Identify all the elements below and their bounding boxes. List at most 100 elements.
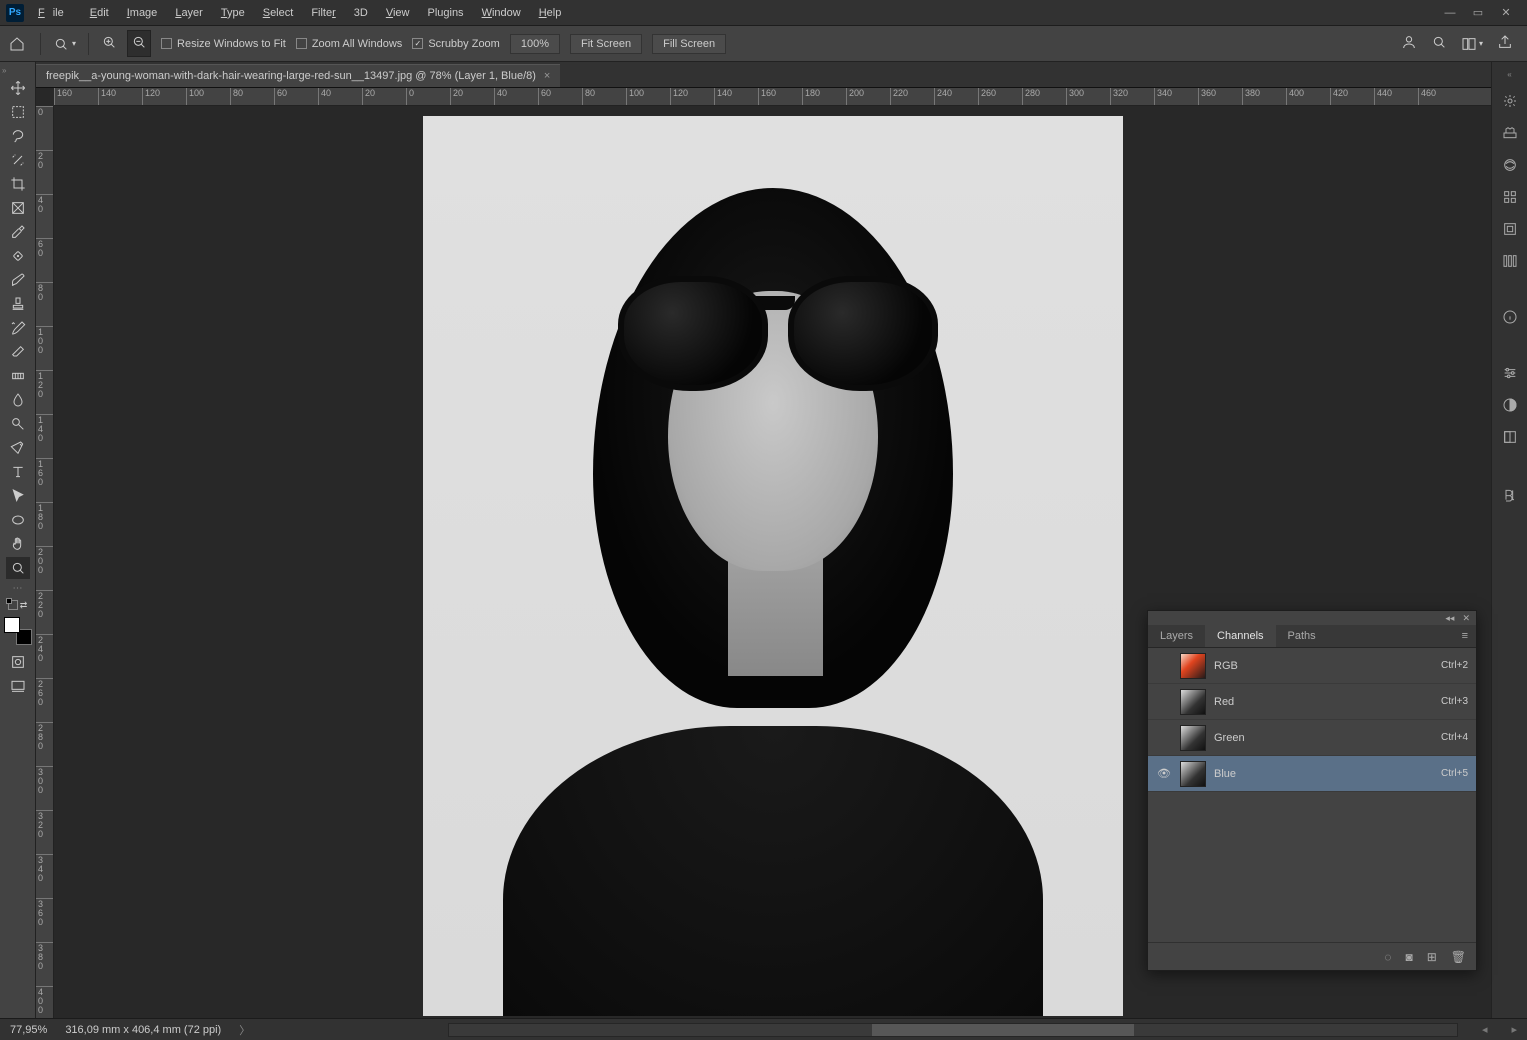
patterns-panel-icon[interactable]	[1500, 187, 1520, 207]
visibility-toggle[interactable]	[1156, 730, 1172, 746]
ruler-horizontal[interactable]: 1601401201008060402002040608010012014016…	[54, 88, 1491, 106]
tool-preset-icon[interactable]: ▾	[53, 36, 76, 52]
tab-paths[interactable]: Paths	[1276, 625, 1328, 647]
move-tool[interactable]	[6, 77, 30, 99]
status-dims[interactable]: 316,09 mm x 406,4 mm (72 ppi)	[65, 1024, 221, 1036]
maximize-button[interactable]: ▭	[1471, 6, 1485, 20]
color-swatches[interactable]	[4, 617, 32, 645]
default-colors-icon[interactable]	[8, 600, 18, 610]
menu-file[interactable]: File	[30, 3, 80, 23]
eyedropper-tool[interactable]	[6, 221, 30, 243]
status-zoom[interactable]: 77,95%	[10, 1024, 47, 1036]
fill-screen-button[interactable]: Fill Screen	[652, 34, 726, 54]
panel-collapse-icon[interactable]: ◂◂	[1445, 613, 1454, 624]
contrast-panel-icon[interactable]	[1500, 395, 1520, 415]
zoom-out-icon[interactable]	[127, 30, 151, 57]
properties-panel-icon[interactable]	[1500, 219, 1520, 239]
zoom-all-checkbox[interactable]: Zoom All Windows	[296, 38, 402, 50]
pen-tool[interactable]	[6, 437, 30, 459]
search-icon[interactable]	[1431, 34, 1447, 53]
channel-row-green[interactable]: GreenCtrl+4	[1148, 720, 1476, 756]
scroll-right-icon[interactable]: ▸	[1511, 1023, 1517, 1036]
panel-close-icon[interactable]: ✕	[1462, 613, 1470, 624]
save-selection-icon[interactable]: ◙	[1405, 950, 1412, 964]
menu-select[interactable]: Select	[255, 3, 302, 23]
menu-window[interactable]: Window	[474, 3, 529, 23]
screen-mode-icon[interactable]	[6, 675, 30, 697]
gradients-panel-icon[interactable]	[1500, 155, 1520, 175]
visibility-toggle[interactable]	[1156, 694, 1172, 710]
menu-type[interactable]: Type	[213, 3, 253, 23]
menu-layer[interactable]: Layer	[167, 3, 211, 23]
document-tab[interactable]: freepik__a-young-woman-with-dark-hair-we…	[36, 64, 560, 87]
menu-view[interactable]: View	[378, 3, 418, 23]
dock-collapse-icon[interactable]: «	[1507, 70, 1511, 79]
horizontal-scrollbar[interactable]	[448, 1023, 1458, 1037]
panel-menu-icon[interactable]: ≡	[1454, 625, 1476, 647]
brush-tool[interactable]	[6, 269, 30, 291]
menu-help[interactable]: Help	[531, 3, 570, 23]
scrubby-zoom-checkbox[interactable]: ✓Scrubby Zoom	[412, 38, 500, 50]
menu-image[interactable]: Image	[119, 3, 166, 23]
healing-tool[interactable]	[6, 245, 30, 267]
type-tool[interactable]	[6, 461, 30, 483]
menu-filter[interactable]: Filter	[303, 3, 343, 23]
visibility-toggle[interactable]	[1156, 658, 1172, 674]
history-brush-tool[interactable]	[6, 317, 30, 339]
zoom-tool[interactable]	[6, 557, 30, 579]
cloud-docs-icon[interactable]	[1401, 34, 1417, 53]
menu-plugins[interactable]: Plugins	[419, 3, 471, 23]
path-select-tool[interactable]	[6, 485, 30, 507]
home-button[interactable]	[6, 33, 28, 55]
sliders-panel-icon[interactable]	[1500, 363, 1520, 383]
shape-tool[interactable]	[6, 509, 30, 531]
quick-mask-icon[interactable]	[6, 651, 30, 673]
magic-wand-tool[interactable]	[6, 149, 30, 171]
menu-3d[interactable]: 3D	[346, 3, 376, 23]
resize-windows-checkbox[interactable]: Resize Windows to Fit	[161, 38, 286, 50]
load-selection-icon[interactable]: ◌	[1384, 950, 1391, 964]
zoom-in-icon[interactable]	[101, 34, 117, 53]
lasso-tool[interactable]	[6, 125, 30, 147]
visibility-toggle[interactable]: 👁	[1156, 766, 1172, 782]
close-button[interactable]: ✕	[1499, 6, 1513, 20]
channel-shortcut: Ctrl+4	[1441, 732, 1468, 743]
ruler-vertical[interactable]: 0204060801001201401601802002202402602803…	[36, 106, 54, 1018]
ruler-tick: 380	[1242, 88, 1286, 105]
info-panel-icon[interactable]	[1500, 307, 1520, 327]
delete-channel-icon[interactable]: 🗑	[1451, 950, 1466, 964]
share-icon[interactable]	[1497, 34, 1513, 53]
gradient-tool[interactable]	[6, 365, 30, 387]
zoom-100-button[interactable]: 100%	[510, 34, 560, 54]
workspace-switcher-icon[interactable]: ▾	[1461, 36, 1483, 52]
toolbar-collapse-icon[interactable]: »	[0, 66, 6, 75]
ruler-tick: 120	[670, 88, 714, 105]
tab-channels[interactable]: Channels	[1205, 625, 1275, 647]
minimize-button[interactable]: —	[1443, 6, 1457, 20]
swap-colors-icon[interactable]: ⇄	[20, 600, 28, 611]
crop-tool[interactable]	[6, 173, 30, 195]
fit-screen-button[interactable]: Fit Screen	[570, 34, 642, 54]
channel-row-red[interactable]: RedCtrl+3	[1148, 684, 1476, 720]
status-chevron-icon[interactable]: 〉	[239, 1022, 250, 1038]
channel-row-blue[interactable]: 👁BlueCtrl+5	[1148, 756, 1476, 792]
new-channel-icon[interactable]: ⊞	[1427, 950, 1437, 964]
libraries-panel-icon[interactable]	[1500, 427, 1520, 447]
adjustments-panel-icon[interactable]	[1500, 251, 1520, 271]
marquee-tool[interactable]	[6, 101, 30, 123]
stamp-tool[interactable]	[6, 293, 30, 315]
hand-tool[interactable]	[6, 533, 30, 555]
eraser-tool[interactable]	[6, 341, 30, 363]
menu-edit[interactable]: Edit	[82, 3, 117, 23]
dodge-tool[interactable]	[6, 413, 30, 435]
swatches-panel-icon[interactable]	[1500, 123, 1520, 143]
close-tab-icon[interactable]: ×	[544, 70, 550, 82]
channel-row-rgb[interactable]: RGBCtrl+2	[1148, 648, 1476, 684]
scroll-left-icon[interactable]: ◂	[1476, 1023, 1494, 1036]
frame-tool[interactable]	[6, 197, 30, 219]
edit-toolbar-icon[interactable]: ⋯	[13, 583, 23, 594]
color-panel-icon[interactable]	[1500, 91, 1520, 111]
character-panel-icon[interactable]	[1500, 485, 1520, 505]
blur-tool[interactable]	[6, 389, 30, 411]
tab-layers[interactable]: Layers	[1148, 625, 1205, 647]
